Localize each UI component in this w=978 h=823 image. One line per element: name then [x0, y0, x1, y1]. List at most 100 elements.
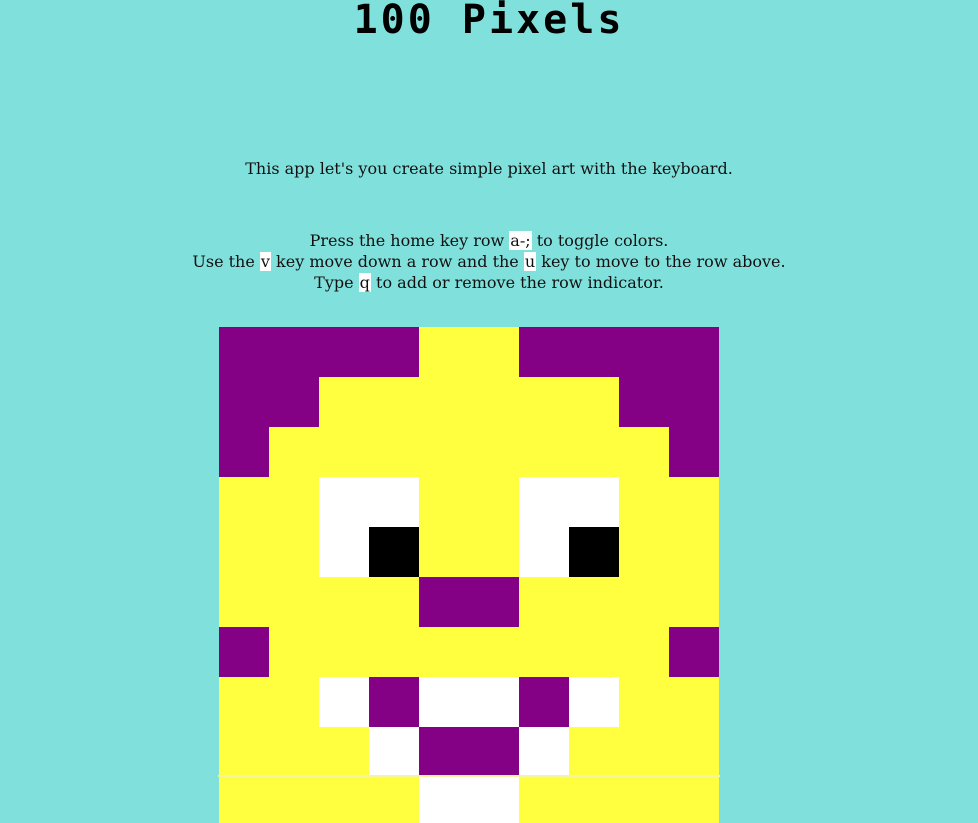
pixel-cell[interactable]: [469, 427, 519, 477]
pixel-cell[interactable]: [569, 527, 619, 577]
pixel-cell[interactable]: [419, 527, 469, 577]
pixel-cell[interactable]: [269, 327, 319, 377]
pixel-cell[interactable]: [519, 377, 569, 427]
pixel-cell[interactable]: [519, 627, 569, 677]
pixel-cell[interactable]: [619, 727, 669, 777]
pixel-cell[interactable]: [219, 677, 269, 727]
pixel-cell[interactable]: [469, 577, 519, 627]
pixel-cell[interactable]: [419, 477, 469, 527]
pixel-cell[interactable]: [319, 477, 369, 527]
pixel-cell[interactable]: [519, 477, 569, 527]
pixel-cell[interactable]: [519, 527, 569, 577]
pixel-cell[interactable]: [219, 327, 269, 377]
pixel-cell[interactable]: [419, 677, 469, 727]
pixel-cell[interactable]: [519, 677, 569, 727]
pixel-cell[interactable]: [519, 327, 569, 377]
pixel-cell[interactable]: [669, 677, 719, 727]
pixel-cell[interactable]: [669, 377, 719, 427]
pixel-cell[interactable]: [319, 427, 369, 477]
pixel-cell[interactable]: [369, 727, 419, 777]
pixel-cell[interactable]: [269, 577, 319, 627]
pixel-cell[interactable]: [469, 327, 519, 377]
pixel-cell[interactable]: [619, 327, 669, 377]
pixel-cell[interactable]: [469, 477, 519, 527]
pixel-cell[interactable]: [669, 327, 719, 377]
pixel-cell[interactable]: [319, 727, 369, 777]
pixel-cell[interactable]: [619, 477, 669, 527]
pixel-cell[interactable]: [419, 577, 469, 627]
pixel-cell[interactable]: [569, 627, 619, 677]
pixel-cell[interactable]: [269, 777, 319, 823]
pixel-cell[interactable]: [419, 727, 469, 777]
pixel-cell[interactable]: [669, 527, 719, 577]
pixel-cell[interactable]: [319, 677, 369, 727]
pixel-cell[interactable]: [519, 577, 569, 627]
pixel-cell[interactable]: [269, 727, 319, 777]
pixel-cell[interactable]: [369, 477, 419, 527]
pixel-cell[interactable]: [269, 477, 319, 527]
pixel-cell[interactable]: [469, 527, 519, 577]
pixel-cell[interactable]: [219, 377, 269, 427]
pixel-cell[interactable]: [269, 377, 319, 427]
pixel-cell[interactable]: [369, 327, 419, 377]
pixel-cell[interactable]: [669, 727, 719, 777]
pixel-cell[interactable]: [619, 777, 669, 823]
pixel-cell[interactable]: [369, 377, 419, 427]
pixel-cell[interactable]: [569, 577, 619, 627]
pixel-cell[interactable]: [219, 777, 269, 823]
pixel-cell[interactable]: [369, 427, 419, 477]
pixel-cell[interactable]: [219, 727, 269, 777]
pixel-cell[interactable]: [619, 677, 669, 727]
pixel-cell[interactable]: [369, 527, 419, 577]
pixel-cell[interactable]: [619, 427, 669, 477]
pixel-cell[interactable]: [369, 627, 419, 677]
pixel-cell[interactable]: [569, 477, 619, 527]
pixel-cell[interactable]: [369, 677, 419, 727]
pixel-cell[interactable]: [619, 527, 669, 577]
pixel-cell[interactable]: [269, 527, 319, 577]
pixel-cell[interactable]: [569, 377, 619, 427]
pixel-cell[interactable]: [519, 777, 569, 823]
pixel-cell[interactable]: [619, 577, 669, 627]
pixel-cell[interactable]: [319, 327, 369, 377]
pixel-cell[interactable]: [469, 677, 519, 727]
pixel-cell[interactable]: [269, 677, 319, 727]
pixel-cell[interactable]: [219, 427, 269, 477]
pixel-cell[interactable]: [519, 427, 569, 477]
pixel-cell[interactable]: [319, 627, 369, 677]
pixel-cell[interactable]: [319, 577, 369, 627]
pixel-cell[interactable]: [569, 327, 619, 377]
pixel-cell[interactable]: [219, 627, 269, 677]
pixel-cell[interactable]: [319, 377, 369, 427]
pixel-cell[interactable]: [469, 377, 519, 427]
pixel-cell[interactable]: [419, 777, 469, 823]
pixel-cell[interactable]: [219, 577, 269, 627]
pixel-cell[interactable]: [669, 577, 719, 627]
pixel-cell[interactable]: [469, 627, 519, 677]
pixel-cell[interactable]: [269, 427, 319, 477]
pixel-cell[interactable]: [319, 527, 369, 577]
pixel-cell[interactable]: [619, 627, 669, 677]
pixel-cell[interactable]: [469, 727, 519, 777]
pixel-cell[interactable]: [519, 727, 569, 777]
pixel-cell[interactable]: [269, 627, 319, 677]
pixel-cell[interactable]: [669, 627, 719, 677]
pixel-cell[interactable]: [669, 427, 719, 477]
pixel-cell[interactable]: [419, 377, 469, 427]
pixel-cell[interactable]: [319, 777, 369, 823]
pixel-cell[interactable]: [419, 627, 469, 677]
pixel-cell[interactable]: [369, 777, 419, 823]
pixel-cell[interactable]: [469, 777, 519, 823]
pixel-cell[interactable]: [219, 477, 269, 527]
pixel-cell[interactable]: [369, 577, 419, 627]
pixel-cell[interactable]: [569, 677, 619, 727]
pixel-cell[interactable]: [669, 477, 719, 527]
pixel-cell[interactable]: [569, 427, 619, 477]
pixel-cell[interactable]: [669, 777, 719, 823]
pixel-cell[interactable]: [569, 777, 619, 823]
pixel-cell[interactable]: [419, 327, 469, 377]
pixel-cell[interactable]: [419, 427, 469, 477]
pixel-cell[interactable]: [569, 727, 619, 777]
pixel-cell[interactable]: [219, 527, 269, 577]
pixel-cell[interactable]: [619, 377, 669, 427]
